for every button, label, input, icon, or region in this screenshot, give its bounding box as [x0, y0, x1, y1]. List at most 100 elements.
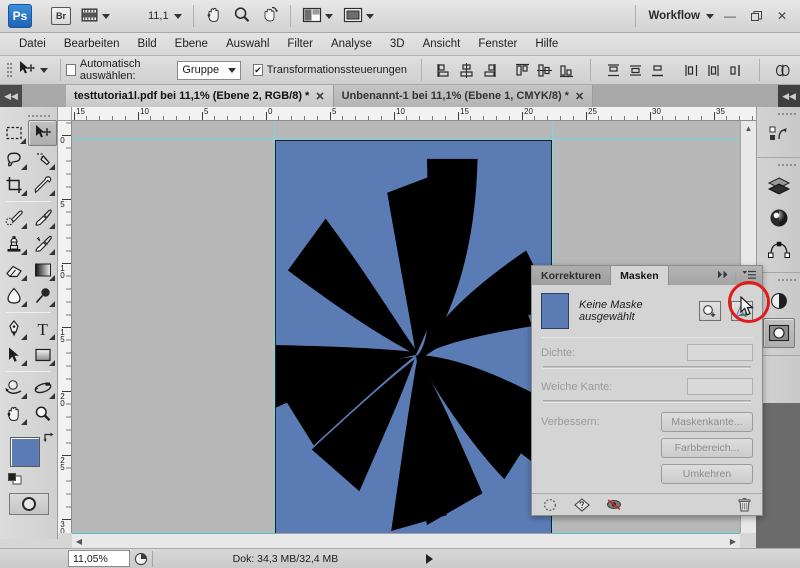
menu-bearbeiten[interactable]: Bearbeiten [55, 36, 129, 52]
pen-tool[interactable] [0, 316, 29, 342]
tab-masken[interactable]: Masken [611, 266, 669, 285]
align-right-edges-button[interactable] [479, 60, 499, 80]
feather-input[interactable] [687, 378, 753, 395]
color-range-button[interactable]: Farbbereich... [661, 438, 753, 458]
toolbox-gripper[interactable] [0, 111, 57, 120]
proof-preview-icon[interactable] [130, 550, 152, 567]
delete-mask-icon[interactable] [736, 497, 752, 513]
rectangular-marquee-tool[interactable] [0, 120, 28, 146]
menu-ebene[interactable]: Ebene [166, 36, 217, 52]
ruler-origin-corner[interactable] [58, 107, 72, 121]
blur-tool[interactable] [0, 283, 29, 309]
dock-collapse-handle[interactable]: ◀◀ [778, 85, 800, 107]
zoom-tool-button[interactable] [228, 5, 256, 27]
workspace-switcher[interactable]: Workflow [629, 5, 718, 27]
dock-group-gripper[interactable] [757, 161, 800, 169]
menu-hilfe[interactable]: Hilfe [526, 36, 567, 52]
menu-analyse[interactable]: Analyse [322, 36, 381, 52]
density-slider[interactable] [543, 366, 751, 369]
align-vertical-centers-button[interactable] [535, 60, 555, 80]
swap-colors-icon[interactable] [42, 431, 56, 445]
tab-korrekturen[interactable]: Korrekturen [532, 266, 612, 285]
layers-panel-icon[interactable] [763, 171, 795, 201]
options-bar-gripper[interactable] [4, 59, 12, 81]
dodge-tool[interactable] [29, 283, 58, 309]
quick-mask-toggle[interactable] [8, 493, 49, 515]
brush-tool[interactable] [29, 205, 58, 231]
scroll-up-icon[interactable]: ▲ [741, 121, 756, 135]
3d-orbit-camera-tool[interactable] [29, 375, 58, 401]
dock-group-gripper[interactable] [757, 276, 800, 284]
history-brush-tool[interactable] [29, 231, 58, 257]
quick-selection-tool[interactable] [29, 146, 58, 172]
menu-3d[interactable]: 3D [381, 36, 414, 52]
panel-menu-icon[interactable] [742, 270, 757, 282]
menu-ansicht[interactable]: Ansicht [414, 36, 470, 52]
menu-bild[interactable]: Bild [128, 36, 165, 52]
path-selection-tool[interactable] [0, 342, 29, 368]
density-input[interactable] [687, 344, 753, 361]
document-tab-testtutorial[interactable]: testtutoria1l.pdf bei 11,1% (Ebene 2, RG… [66, 85, 334, 107]
align-left-edges-button[interactable] [435, 60, 455, 80]
rectangle-tool[interactable] [29, 342, 58, 368]
add-pixel-mask-button[interactable] [699, 301, 721, 321]
screen-mode-button[interactable] [338, 5, 379, 27]
view-zoom-level-dropdown[interactable]: 11,1 [141, 5, 187, 27]
scroll-right-icon[interactable]: ▶ [726, 537, 740, 546]
invert-button[interactable]: Umkehren [661, 464, 753, 484]
canvas-horizontal-scrollbar[interactable]: ◀ ▶ [72, 533, 740, 548]
close-icon[interactable]: ✕ [575, 90, 584, 103]
status-expand-arrow[interactable] [418, 550, 440, 567]
mini-bridge-button[interactable] [76, 5, 115, 27]
move-tool[interactable] [28, 120, 57, 146]
tab-bar-collapse-handle[interactable]: ◀◀ [0, 85, 22, 107]
menu-datei[interactable]: Datei [10, 36, 55, 52]
menu-fenster[interactable]: Fenster [469, 36, 526, 52]
close-icon[interactable]: ✕ [315, 90, 324, 103]
auto-align-layers-button[interactable] [773, 60, 793, 80]
auto-select-checkbox[interactable] [66, 64, 77, 76]
eraser-tool[interactable] [0, 257, 29, 283]
align-horizontal-centers-button[interactable] [457, 60, 477, 80]
double-arrow-right-icon[interactable] [717, 270, 730, 281]
masks-panel-icon[interactable] [762, 318, 795, 348]
minimize-button[interactable]: — [718, 5, 742, 27]
mask-edge-button[interactable]: Maskenkante... [661, 412, 753, 432]
clone-stamp-tool[interactable] [0, 231, 29, 257]
vertical-ruler[interactable]: 0 5 10 15 20 25 30 [58, 121, 72, 533]
transform-controls-checkbox[interactable] [253, 64, 263, 76]
channels-panel-icon[interactable] [763, 203, 795, 233]
zoom-percentage-field[interactable]: 11,05% [68, 550, 130, 567]
current-tool-preview[interactable] [12, 60, 54, 81]
history-panel-icon[interactable] [763, 120, 795, 150]
distribute-right-edges-button[interactable] [726, 60, 746, 80]
lasso-tool[interactable] [0, 146, 29, 172]
type-tool[interactable]: T [29, 316, 58, 342]
distribute-top-edges-button[interactable] [604, 60, 624, 80]
distribute-horizontal-centers-button[interactable] [704, 60, 724, 80]
menu-auswahl[interactable]: Auswahl [217, 36, 278, 52]
foreground-color-swatch[interactable] [10, 437, 40, 467]
apply-mask-icon[interactable] [574, 497, 590, 513]
document-tab-unbenannt[interactable]: Unbenannt-1 bei 11,1% (Ebene 1, CMYK/8) … [333, 85, 594, 107]
spot-healing-brush-tool[interactable] [0, 205, 29, 231]
feather-slider[interactable] [543, 400, 751, 403]
launch-bridge-button[interactable]: Br [46, 5, 76, 27]
rotate-view-tool-button[interactable] [256, 5, 284, 27]
distribute-vertical-centers-button[interactable] [626, 60, 646, 80]
horizontal-ruler[interactable]: 15 10 5 0 5 10 15 20 25 30 35 [72, 107, 756, 121]
crop-tool[interactable] [0, 172, 29, 198]
close-button[interactable]: ✕ [770, 5, 794, 27]
3d-rotate-tool[interactable] [0, 375, 29, 401]
distribute-bottom-edges-button[interactable] [648, 60, 668, 80]
align-bottom-edges-button[interactable] [557, 60, 577, 80]
restore-button[interactable] [744, 5, 768, 27]
reset-colors-icon[interactable] [8, 473, 22, 485]
dock-group-gripper[interactable] [757, 110, 800, 118]
distribute-left-edges-button[interactable] [682, 60, 702, 80]
document-artboard[interactable] [275, 140, 552, 533]
adjustments-panel-icon[interactable] [763, 286, 795, 316]
add-vector-mask-button[interactable] [731, 301, 753, 321]
auto-select-scope-dropdown[interactable]: Gruppe [177, 60, 241, 80]
hand-tool[interactable] [0, 401, 29, 427]
